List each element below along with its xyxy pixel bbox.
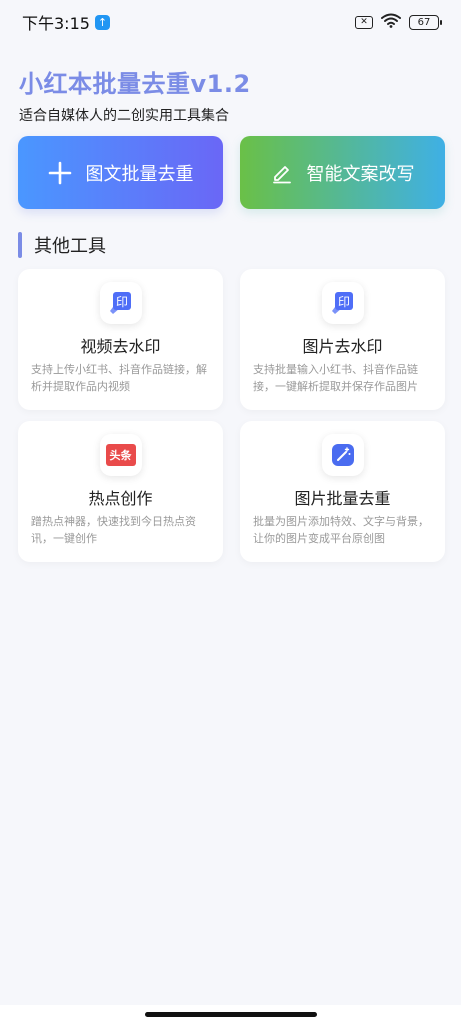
copy-rewrite-label: 智能文案改写 (306, 163, 415, 185)
app-subtitle: 适合自媒体人的二创实用工具集合 (19, 108, 229, 124)
tool-card-desc: 蹭热点神器，快速找到今日热点资讯，一键创作 (31, 515, 196, 545)
section-title: 其他工具 (34, 236, 106, 257)
edit-pen-icon (271, 162, 293, 184)
tool-card-desc: 支持批量输入小红书、抖音作品链接，一键解析提取并保存作品图片 (253, 363, 418, 393)
watermark-icon-glyph: 印 (337, 295, 349, 309)
status-time: 下午3:15 (22, 14, 90, 33)
tool-card-desc: 批量为图片添加特效、文字与背景，让你的图片变成平台原创图 (253, 515, 429, 545)
batch-dedupe-button[interactable]: 图文批量去重 (18, 136, 223, 209)
tool-card-desc: 支持上传小红书、抖音作品链接，解析并提取作品内视频 (31, 363, 207, 393)
watermark-icon-glyph: 印 (115, 295, 127, 309)
batch-dedupe-label: 图文批量去重 (85, 163, 194, 185)
home-indicator[interactable] (145, 1012, 317, 1017)
tool-card-title: 图片去水印 (302, 337, 383, 356)
no-sim-icon: ✕ (355, 15, 373, 29)
status-bar: 下午3:15 ↑ ✕ 67 (0, 0, 461, 44)
magic-wand-icon (321, 434, 364, 476)
section-accent-bar (18, 232, 22, 258)
wifi-icon (381, 13, 401, 32)
tool-card-title: 视频去水印 (80, 337, 161, 356)
tool-card-image-watermark[interactable]: 印 图片去水印 支持批量输入小红书、抖音作品链接，一键解析提取并保存作品图片 (240, 269, 445, 410)
tool-card-image-dedupe[interactable]: 图片批量去重 批量为图片添加特效、文字与背景，让你的图片变成平台原创图 (240, 421, 445, 562)
battery-level: 67 (417, 16, 431, 28)
app-title: 小红本批量去重v1.2 (19, 70, 251, 98)
toutiao-logo: 头条 (105, 444, 136, 466)
watermark-icon: 印 (99, 282, 142, 324)
copy-rewrite-button[interactable]: 智能文案改写 (240, 136, 445, 209)
tool-card-title: 热点创作 (88, 489, 153, 508)
tool-card-title: 图片批量去重 (294, 489, 391, 508)
plus-icon (48, 161, 72, 185)
app-update-icon: ↑ (94, 14, 110, 30)
status-icons: ✕ 67 (355, 13, 442, 32)
watermark-icon: 印 (321, 282, 364, 324)
section-header: 其他工具 (18, 232, 106, 258)
battery-icon: 67 (409, 14, 442, 30)
toutiao-icon: 头条 (99, 434, 142, 476)
tool-card-hot-topics[interactable]: 头条 热点创作 蹭热点神器，快速找到今日热点资讯，一键创作 (18, 421, 223, 562)
tool-card-video-watermark[interactable]: 印 视频去水印 支持上传小红书、抖音作品链接，解析并提取作品内视频 (18, 269, 223, 410)
